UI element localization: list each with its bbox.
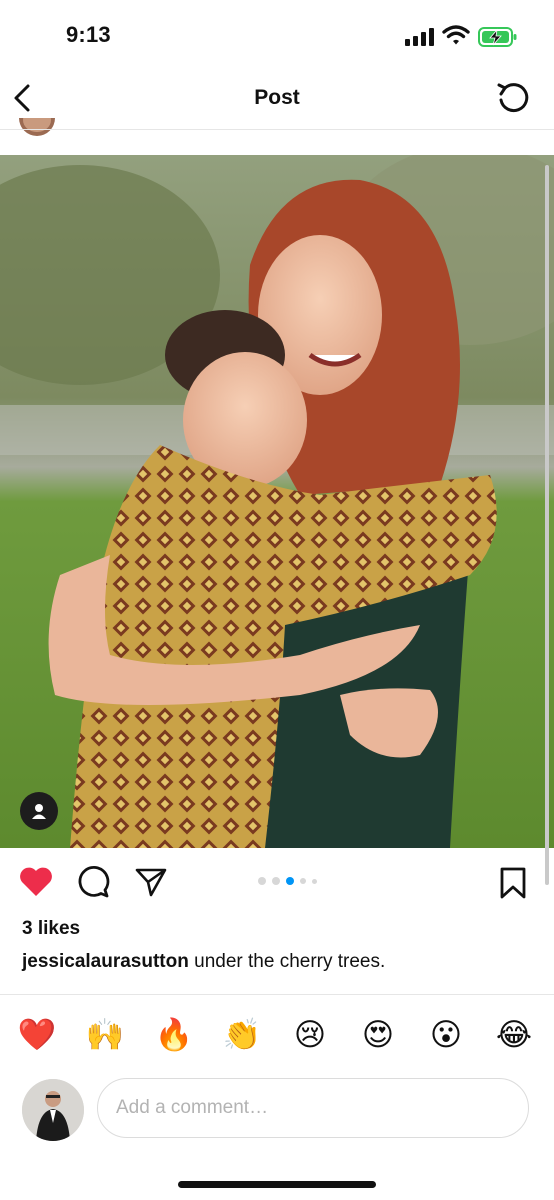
reaction-fire[interactable]: 🔥 [153,1014,195,1056]
post-image[interactable] [0,155,554,848]
battery-charging-icon [478,27,517,47]
likes-count[interactable]: 3 likes [22,918,80,940]
status-time: 9:13 [66,22,111,47]
section-divider [0,994,554,995]
carousel-dot-active [286,877,294,885]
carousel-dot [258,877,266,885]
share-paper-plane-icon[interactable] [134,866,168,898]
reaction-cry[interactable]: 😢 [289,1014,331,1056]
carousel-dot [312,878,317,884]
post-caption: jessicalaurasutton under the cherry tree… [22,951,385,973]
reaction-heart-eyes[interactable]: 😍 [357,1014,399,1056]
cellular-signal-icon [405,28,434,46]
reaction-heart[interactable]: ❤️ [16,1014,58,1056]
reaction-surprised[interactable]: 😮 [425,1014,467,1056]
tagged-people-icon[interactable] [20,792,58,830]
current-user-avatar[interactable] [22,1079,84,1141]
wifi-icon [442,25,470,45]
header-divider [0,129,554,130]
quick-reactions: ❤️ 🙌 🔥 👏 😢 😍 😮 😂 [0,1014,554,1056]
carousel-dot [300,878,306,884]
post-author-avatar[interactable] [18,118,56,138]
like-heart-icon[interactable] [18,866,54,898]
refresh-icon[interactable] [496,80,530,116]
home-indicator[interactable] [178,1181,376,1188]
scrollbar[interactable] [545,165,549,885]
caption-username[interactable]: jessicalaurasutton [22,951,189,972]
page-title: Post [254,86,300,109]
comment-input[interactable] [97,1078,529,1138]
comment-bubble-icon[interactable] [78,866,110,898]
carousel-pagination [258,876,328,886]
bookmark-icon[interactable] [498,866,528,900]
reaction-laugh[interactable]: 😂 [493,1014,535,1056]
caption-text: under the cherry trees. [188,951,386,972]
reaction-raised-hands[interactable]: 🙌 [84,1014,126,1056]
status-bar: 9:13 [0,0,554,70]
carousel-dot [272,877,280,885]
reaction-clap[interactable]: 👏 [221,1014,263,1056]
